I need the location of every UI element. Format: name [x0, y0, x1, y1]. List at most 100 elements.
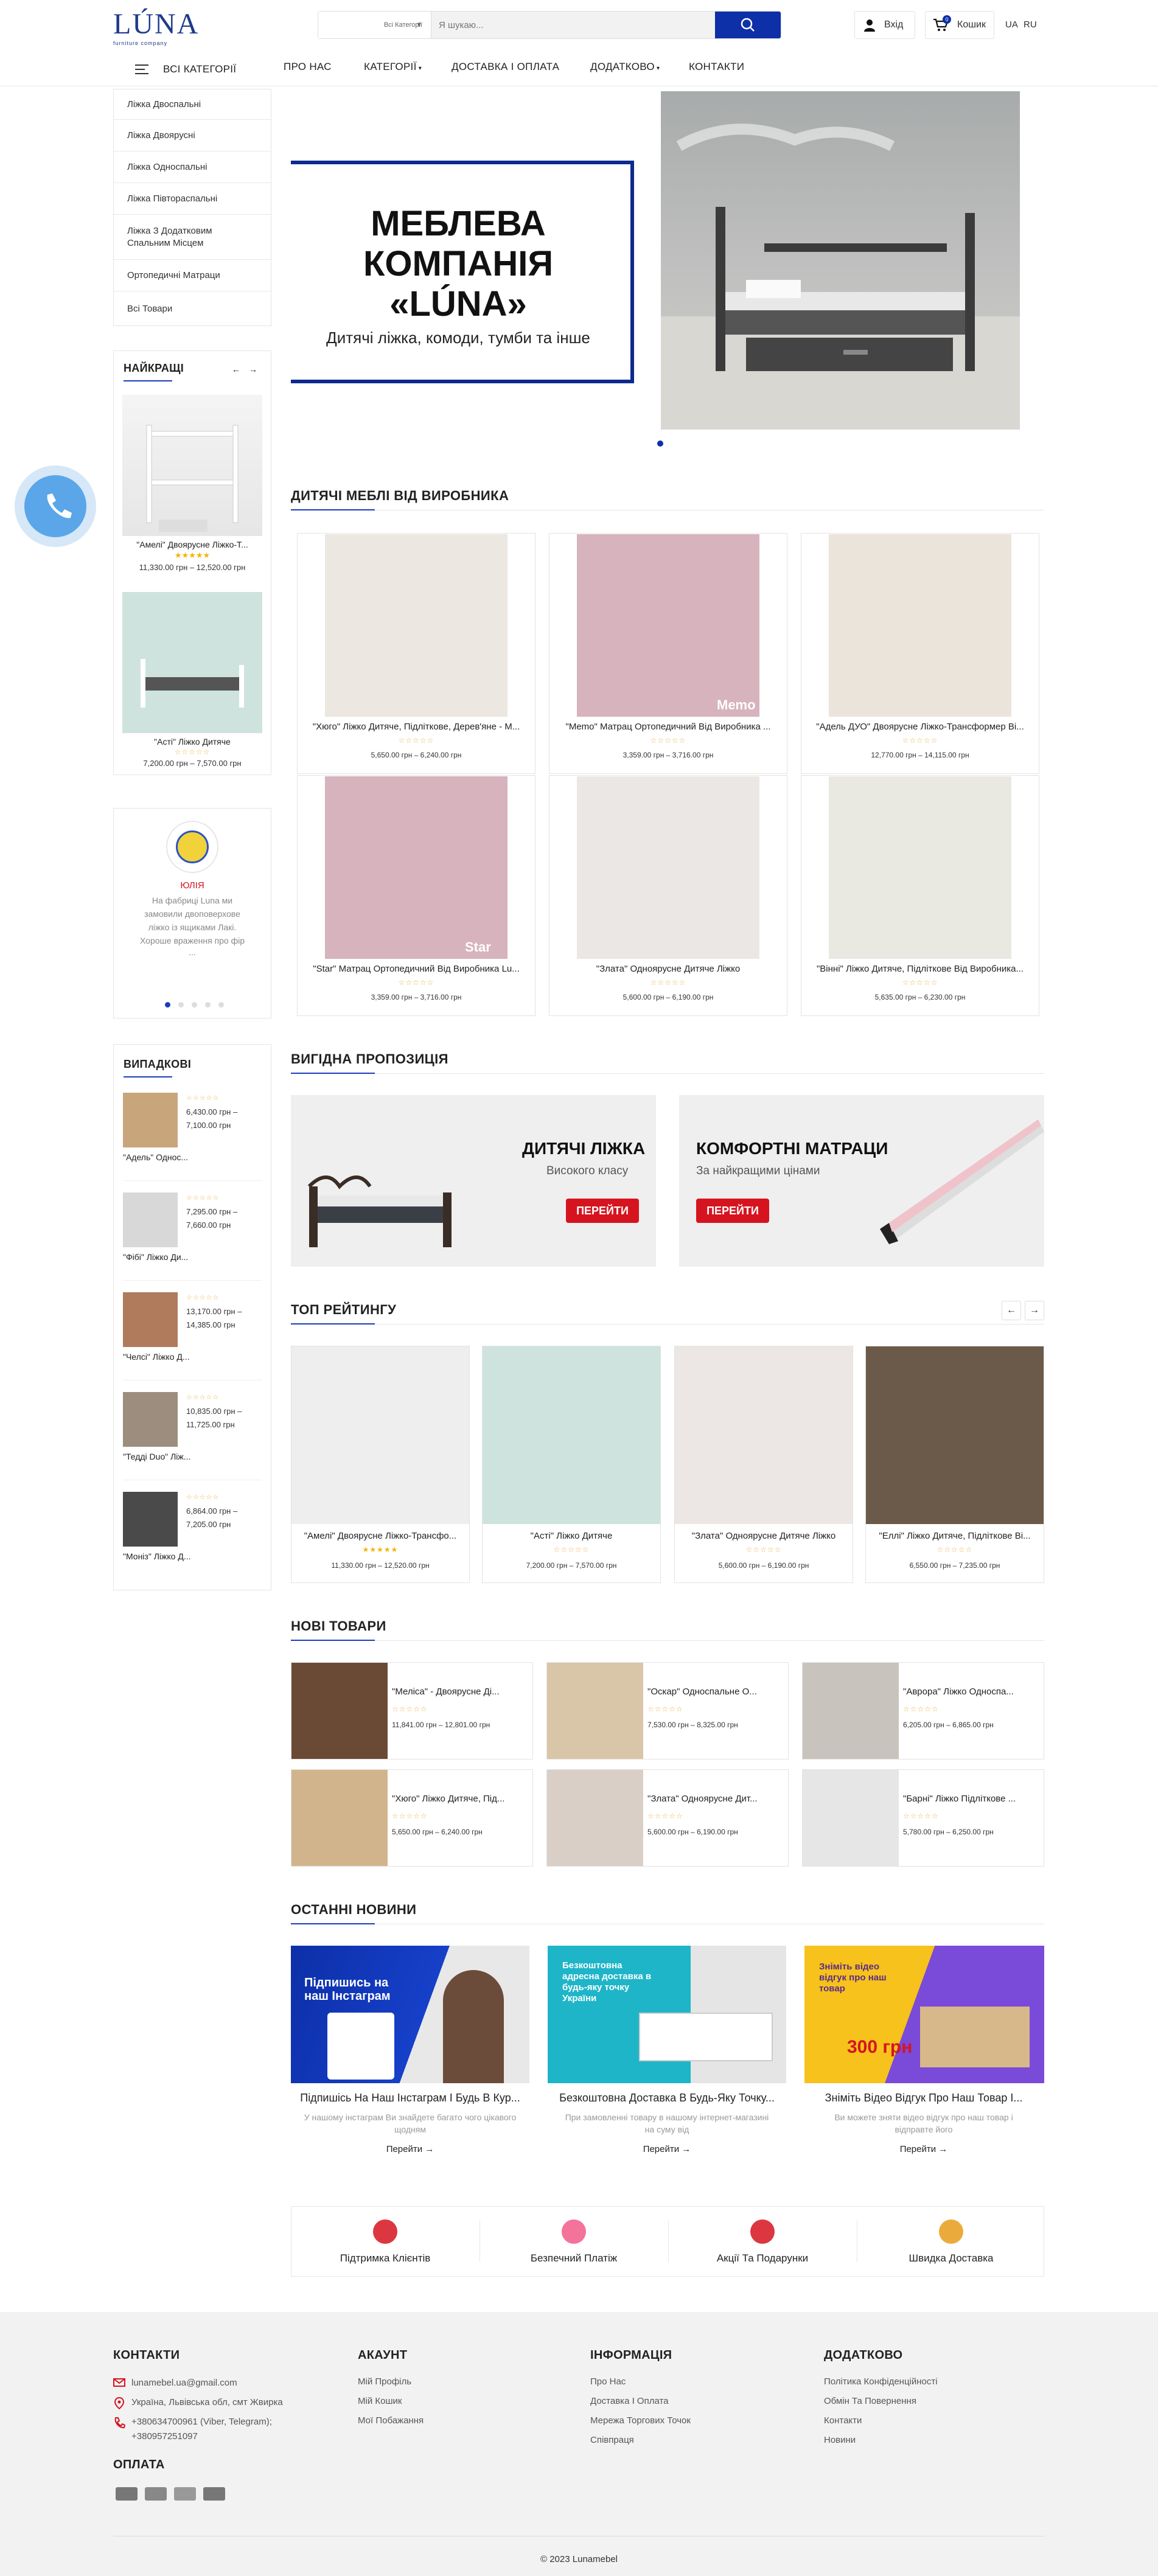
- footer-link[interactable]: Контакти: [824, 2415, 862, 2426]
- product-name[interactable]: "Тедді Duo" Ліж...: [123, 1452, 190, 1461]
- nav-delivery[interactable]: ДОСТАВКА І ОПЛАТА: [452, 61, 559, 73]
- sidebar-category-item[interactable]: Ліжка Двоярусні: [114, 120, 271, 151]
- sidebar-category-item[interactable]: Ліжка Півтораспальні: [114, 183, 271, 215]
- lang-ua[interactable]: UA: [1005, 11, 1018, 39]
- lang-ru[interactable]: RU: [1024, 11, 1037, 39]
- hero-image[interactable]: [661, 91, 1020, 430]
- nav-categories[interactable]: КАТЕГОРІЇ ▾: [364, 61, 422, 73]
- footer-link[interactable]: Співпраця: [590, 2435, 634, 2445]
- product-name[interactable]: "Амелі" Двоярусне Ліжко-Трансфо...: [296, 1531, 465, 1541]
- product-name[interactable]: "Злата" Одноярусне Дит...: [647, 1794, 783, 1804]
- product-name[interactable]: "Челсі" Ліжко Д...: [123, 1352, 190, 1362]
- sidebar-category-item[interactable]: Ліжка З Додатковим Спальним Місцем: [114, 215, 271, 260]
- sidebar-category-item[interactable]: Ліжка Односпальні: [114, 151, 271, 183]
- hamburger-icon[interactable]: [135, 64, 148, 74]
- product-thumbnail[interactable]: [123, 1392, 178, 1447]
- product-name[interactable]: "Вінні" Ліжко Дитяче, Підліткове Від Вир…: [807, 964, 1033, 974]
- search-input[interactable]: [431, 12, 730, 38]
- product-image[interactable]: [803, 1770, 899, 1866]
- nav-all-categories[interactable]: ВСІ КАТЕГОРІЇ: [163, 63, 236, 75]
- news-read-more[interactable]: Перейти →: [804, 2144, 1043, 2154]
- product-thumbnail[interactable]: [123, 1292, 178, 1347]
- footer-link[interactable]: Про Нас: [590, 2376, 626, 2387]
- promo-banner-beds[interactable]: ДИТЯЧІ ЛІЖКА Високого класу ПЕРЕЙТИ: [291, 1095, 656, 1267]
- product-name[interactable]: "Фібі" Ліжко Ди...: [123, 1252, 188, 1262]
- footer-link[interactable]: Обмін Та Повернення: [824, 2396, 916, 2406]
- product-image[interactable]: [866, 1346, 1044, 1524]
- product-name[interactable]: "Аврора" Ліжко Односпа...: [903, 1687, 1038, 1697]
- product-image[interactable]: [122, 395, 262, 536]
- slider-dot[interactable]: [205, 1002, 211, 1008]
- arrow-right-icon[interactable]: →: [249, 364, 257, 374]
- sidebar-category-item[interactable]: Ліжка Двоспальні: [114, 89, 271, 120]
- callback-button-inner[interactable]: [24, 475, 86, 537]
- news-image[interactable]: Безкоштовна адресна доставка в будь-яку …: [548, 1946, 786, 2083]
- product-name[interactable]: "Оскар" Односпальне О...: [647, 1687, 783, 1697]
- footer-link[interactable]: Політика Конфіденційності: [824, 2376, 938, 2387]
- news-title[interactable]: Підпишісь На Наш Інстаграм І Будь В Кур.…: [291, 2092, 529, 2104]
- product-name[interactable]: "Memo" Матрац Ортопедичний Від Виробника…: [555, 722, 781, 732]
- product-image[interactable]: [829, 776, 1011, 959]
- news-read-more[interactable]: Перейти →: [548, 2144, 786, 2154]
- product-image[interactable]: [675, 1346, 853, 1524]
- product-name[interactable]: "Асті" Ліжко Дитяче: [120, 737, 265, 747]
- arrow-left-icon[interactable]: ←: [232, 364, 240, 374]
- footer-email[interactable]: lunamebel.ua@gmail.com: [131, 2378, 237, 2388]
- product-image[interactable]: [325, 776, 507, 959]
- category-select[interactable]: Всі Категорії ▼: [318, 12, 431, 38]
- footer-link[interactable]: Доставка І Оплата: [590, 2396, 669, 2406]
- login-button[interactable]: Вхід: [854, 11, 915, 39]
- product-name[interactable]: "Меліса" - Двоярусне Ді...: [392, 1687, 527, 1697]
- footer-link[interactable]: Мережа Торгових Точок: [590, 2415, 691, 2426]
- news-image[interactable]: Підпишись на наш Інстаграм: [291, 1946, 529, 2083]
- product-image[interactable]: [291, 1346, 469, 1524]
- news-read-more[interactable]: Перейти →: [291, 2144, 529, 2154]
- product-thumbnail[interactable]: [123, 1492, 178, 1547]
- product-image[interactable]: [803, 1663, 899, 1759]
- product-image[interactable]: [547, 1770, 643, 1866]
- product-image[interactable]: [577, 776, 759, 959]
- footer-phone2[interactable]: +380957251097: [131, 2431, 198, 2442]
- news-title[interactable]: Зніміть Відео Відгук Про Наш Товар І...: [804, 2092, 1043, 2104]
- footer-link[interactable]: Мій Профіль: [358, 2376, 411, 2387]
- news-image[interactable]: Зніміть відео відгук про наш товар 300 г…: [804, 1946, 1044, 2083]
- carousel-next-button[interactable]: →: [1025, 1301, 1044, 1320]
- nav-additional[interactable]: ДОДАТКОВО ▾: [590, 61, 660, 73]
- sidebar-category-item[interactable]: Всі Товари: [114, 291, 271, 325]
- footer-link[interactable]: Новини: [824, 2435, 856, 2445]
- slider-dot[interactable]: [178, 1002, 184, 1008]
- footer-link[interactable]: Мій Кошик: [358, 2396, 402, 2406]
- news-title[interactable]: Безкоштовна Доставка В Будь-Яку Точку...: [548, 2092, 786, 2104]
- footer-phone1[interactable]: +380634700961 (Viber, Telegram);: [131, 2417, 272, 2427]
- promo-button[interactable]: ПЕРЕЙТИ: [696, 1199, 769, 1223]
- product-name[interactable]: "Еллі" Ліжко Дитяче, Підліткове Ві...: [870, 1531, 1039, 1541]
- promo-button[interactable]: ПЕРЕЙТИ: [566, 1199, 639, 1223]
- nav-contacts[interactable]: КОНТАКТИ: [689, 61, 744, 73]
- slider-dot[interactable]: [218, 1002, 224, 1008]
- product-name[interactable]: "Злата" Одноярусне Дитяче Ліжко: [555, 964, 781, 974]
- slider-dot-active[interactable]: [165, 1002, 170, 1008]
- product-image[interactable]: [483, 1346, 660, 1524]
- product-name[interactable]: "Адель ДУО" Двоярусне Ліжко-Трансформер …: [807, 722, 1033, 732]
- product-name[interactable]: "Асті" Ліжко Дитяче: [487, 1531, 656, 1541]
- product-name[interactable]: "Адель" Однос...: [123, 1152, 188, 1162]
- slider-dot[interactable]: [192, 1002, 197, 1008]
- product-image[interactable]: [291, 1663, 388, 1759]
- product-name[interactable]: "Star" Матрац Ортопедичний Від Виробника…: [303, 964, 529, 974]
- product-name[interactable]: "Хюго" Ліжко Дитяче, Під...: [392, 1794, 527, 1804]
- product-image[interactable]: [122, 592, 262, 733]
- nav-about[interactable]: ПРО НАС: [284, 61, 332, 73]
- product-name[interactable]: "Хюго" Ліжко Дитяче, Підліткове, Дерев'я…: [303, 722, 529, 732]
- product-name[interactable]: "Барні" Ліжко Підліткове ...: [903, 1794, 1038, 1804]
- product-image[interactable]: [829, 534, 1011, 717]
- product-name[interactable]: "Моніз" Ліжко Д...: [123, 1551, 190, 1561]
- product-image[interactable]: [577, 534, 759, 717]
- product-thumbnail[interactable]: [123, 1093, 178, 1147]
- product-name[interactable]: "Амелі" Двоярусне Ліжко-Т...: [120, 540, 265, 549]
- product-name[interactable]: "Злата" Одноярусне Дитяче Ліжко: [679, 1531, 848, 1541]
- footer-link[interactable]: Мої Побажання: [358, 2415, 424, 2426]
- sidebar-category-item[interactable]: Ортопедичні Матраци: [114, 260, 271, 291]
- product-image[interactable]: [547, 1663, 643, 1759]
- hero-slider-dot[interactable]: [657, 440, 663, 447]
- product-image[interactable]: [291, 1770, 388, 1866]
